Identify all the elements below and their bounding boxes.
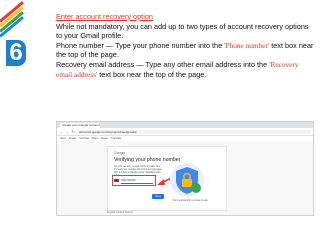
- phone-number-reference: 'Phone number': [224, 40, 270, 50]
- browser-tab[interactable]: Create your Google Account: [60, 123, 100, 128]
- instructions-intro: While not mandatory, you can add up to t…: [56, 21, 309, 41]
- email-instruction: Recovery email address — Type any other …: [56, 59, 299, 79]
- country-flag-icon[interactable]: [114, 179, 119, 182]
- url-input[interactable]: accounts.google.com/signup/v2/webgradsp: [77, 129, 311, 134]
- step-number-badge: 6: [6, 40, 26, 66]
- instructions-heading: Enter account recovery option: [56, 12, 153, 21]
- google-logo: Google: [114, 151, 126, 155]
- bookmark-item[interactable]: Gmail: [69, 137, 76, 140]
- instructions-text: Enter account recovery option While not …: [56, 12, 314, 79]
- bookmark-item[interactable]: News: [101, 137, 108, 140]
- back-icon[interactable]: ←: [59, 129, 63, 134]
- verify-phone-card: Google Verifying your phone number For y…: [107, 146, 227, 211]
- reload-icon[interactable]: ↻: [71, 129, 75, 134]
- security-shield-icon: [170, 163, 204, 197]
- shield-caption: Your personal info is private & safe: [172, 200, 208, 202]
- next-button[interactable]: Next: [152, 194, 164, 199]
- address-bar-row: ← → ↻ accounts.google.com/signup/v2/webg…: [57, 128, 313, 136]
- phone-number-field[interactable]: 0300 000000: [121, 178, 153, 184]
- bookmark-item[interactable]: Translate: [111, 137, 122, 140]
- browser-screenshot: Create your Google Account ← → ↻ account…: [56, 121, 314, 216]
- phone-instruction: Phone number — Type your phone number in…: [56, 40, 314, 60]
- language-selector[interactable]: English (United States): [107, 211, 133, 214]
- bookmark-item[interactable]: Apps: [60, 137, 66, 140]
- forward-icon[interactable]: →: [65, 129, 69, 134]
- bookmark-item[interactable]: YouTube: [79, 137, 89, 140]
- google-signup-page: Google Verifying your phone number For y…: [57, 141, 313, 215]
- bookmark-item[interactable]: Maps: [92, 137, 98, 140]
